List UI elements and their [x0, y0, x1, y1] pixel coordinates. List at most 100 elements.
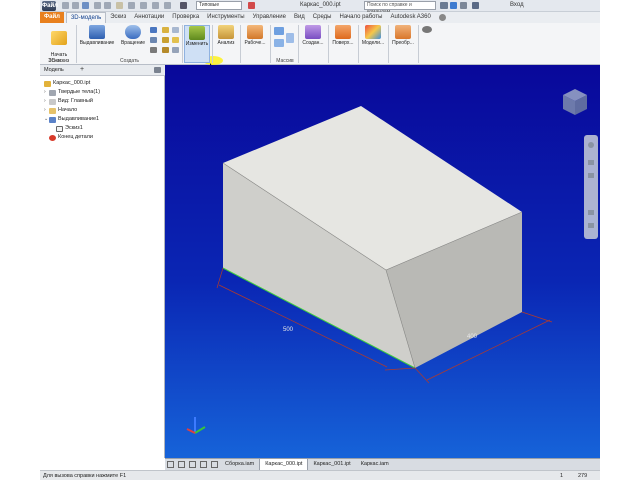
arrange-icon[interactable] — [200, 461, 207, 468]
look-at-icon[interactable] — [588, 223, 594, 228]
derive-icon[interactable] — [162, 47, 169, 53]
doc-tab-part-000[interactable]: Каркас_000.ipt — [259, 459, 309, 470]
revolve-button[interactable]: Вращение — [118, 25, 148, 46]
ribbon-options-icon[interactable] — [438, 14, 446, 21]
axis-triad-icon — [186, 417, 206, 434]
home-icon[interactable] — [116, 2, 123, 9]
extrude-button[interactable]: Выдавливание — [78, 25, 116, 46]
mirror-icon[interactable] — [286, 33, 294, 43]
emboss-icon[interactable] — [162, 37, 169, 43]
rib-icon[interactable] — [162, 27, 169, 33]
inventor-window: Файл Типовые Каркас_000.ipt Поиск по спр… — [0, 0, 640, 480]
decal-icon[interactable] — [172, 37, 179, 43]
view-rep-icon — [49, 98, 56, 105]
tab-a360[interactable]: Autodesk A360 — [386, 12, 434, 23]
appearance-dropdown[interactable]: Типовые — [196, 1, 242, 10]
tile-vertical-icon[interactable] — [178, 461, 185, 468]
undo-icon[interactable] — [94, 2, 101, 9]
sweep-icon[interactable] — [150, 37, 157, 43]
account-icon[interactable] — [472, 2, 479, 9]
doc-tab-frame-assembly[interactable]: Каркас.iam — [356, 459, 394, 470]
browser-menu-icon[interactable] — [154, 67, 161, 73]
window-title: Каркас_000.ipt — [300, 2, 341, 8]
status-count-1: 1 — [560, 472, 564, 479]
infocenter-icon[interactable] — [450, 2, 457, 9]
analysis-button[interactable]: Анализ — [214, 25, 238, 46]
tab-manage[interactable]: Управление — [249, 12, 290, 23]
save-icon[interactable] — [82, 2, 89, 9]
revolve-icon — [125, 25, 141, 39]
tab-annotate[interactable]: Аннотации — [130, 12, 168, 23]
tab-tools[interactable]: Инструменты — [203, 12, 248, 23]
ribbon-divider — [388, 25, 389, 63]
tab-file[interactable]: Файл — [40, 12, 64, 23]
pattern-group-label: Массив — [276, 58, 294, 64]
measure-icon[interactable] — [152, 2, 159, 9]
steering-wheel-icon[interactable] — [588, 142, 594, 148]
tree-item-end-of-part[interactable]: Конец детали — [44, 133, 93, 142]
shape-icon[interactable] — [172, 27, 179, 33]
modify-button[interactable]: Изменить — [184, 25, 210, 63]
work-features-button[interactable]: Рабоче... — [242, 25, 268, 46]
open-icon[interactable] — [72, 2, 79, 9]
tab-view[interactable]: Вид — [290, 12, 309, 23]
redo-icon[interactable] — [104, 2, 111, 9]
new-file-icon[interactable] — [62, 2, 69, 9]
doc-tab-part-001[interactable]: Каркас_001.ipt — [308, 459, 355, 470]
update-icon[interactable] — [140, 2, 147, 9]
pan-icon[interactable] — [588, 160, 594, 165]
zoom-icon[interactable] — [588, 173, 594, 178]
login-button[interactable]: Вход — [510, 2, 524, 8]
doc-tab-assembly[interactable]: Сборка.iam — [220, 459, 259, 470]
tab-environments[interactable]: Среды — [309, 12, 336, 23]
appearance-icon[interactable] — [180, 2, 187, 9]
tree-item-view[interactable]: › Вид: Главный — [44, 97, 93, 106]
dimension-width-label[interactable]: 400 — [467, 334, 478, 340]
tile-horizontal-icon[interactable] — [167, 461, 174, 468]
status-help-text: Для вызова справки нажмите F1 — [43, 472, 127, 479]
app-menu-button[interactable]: Файл — [42, 1, 58, 11]
tree-item-extrusion[interactable]: ⌄ Выдавливание1 — [44, 115, 99, 124]
surface-button[interactable]: Поверх... — [330, 25, 356, 46]
create-freeform-button[interactable]: Создан... — [300, 25, 326, 46]
tree-item-origin[interactable]: › Начало — [44, 106, 77, 115]
tab-3d-model[interactable]: 3D-модель — [65, 12, 107, 23]
import-icon[interactable] — [172, 47, 179, 53]
rectangular-pattern-icon[interactable] — [274, 27, 284, 35]
document-menu-icon[interactable] — [211, 461, 218, 468]
graphics-window[interactable]: 500 400 — [165, 65, 600, 458]
model-browser: Каркас_000.ipt › Твердые тела(1) › Вид: … — [40, 76, 165, 458]
modify-icon — [189, 26, 205, 40]
help-search-input[interactable]: Поиск по справке и командам — [364, 1, 436, 15]
tab-inspect[interactable]: Проверка — [168, 12, 203, 23]
select-icon[interactable] — [128, 2, 135, 9]
circular-pattern-icon[interactable] — [274, 39, 284, 47]
status-count-2: 279 — [578, 472, 588, 479]
browser-tab-model[interactable]: Модель — [44, 67, 64, 73]
favorites-icon[interactable] — [460, 2, 467, 9]
tab-get-started[interactable]: Начало работы — [336, 12, 387, 23]
loft-icon[interactable] — [150, 27, 157, 33]
tree-item-sketch[interactable]: Эскиз1 — [56, 124, 83, 133]
ribbon-divider — [240, 25, 241, 63]
add-tab-icon[interactable]: + — [80, 66, 84, 73]
material-icon[interactable] — [164, 2, 171, 9]
dimension-length-label[interactable]: 500 — [283, 327, 294, 333]
analysis-icon — [218, 25, 234, 39]
search-icon[interactable] — [440, 2, 448, 9]
ribbon-menu-icon[interactable] — [422, 26, 432, 33]
viewcube[interactable] — [563, 89, 587, 115]
tree-item-solids[interactable]: › Твердые тела(1) — [44, 88, 100, 97]
coil-icon[interactable] — [150, 47, 157, 53]
simulation-button[interactable]: Модели... — [360, 25, 386, 46]
convert-button[interactable]: Преобр... — [390, 25, 416, 46]
tab-sketch[interactable]: Эскиз — [106, 12, 130, 23]
extrude-icon — [89, 25, 105, 39]
ribbon-divider — [76, 25, 77, 63]
cascade-icon[interactable] — [189, 461, 196, 468]
tree-item-part[interactable]: Каркас_000.ipt — [44, 79, 90, 88]
orbit-icon[interactable] — [588, 210, 594, 215]
ribbon-divider — [418, 25, 419, 63]
color-override-icon[interactable] — [248, 2, 255, 9]
status-bar: Для вызова справки нажмите F1 1 279 — [40, 470, 600, 480]
